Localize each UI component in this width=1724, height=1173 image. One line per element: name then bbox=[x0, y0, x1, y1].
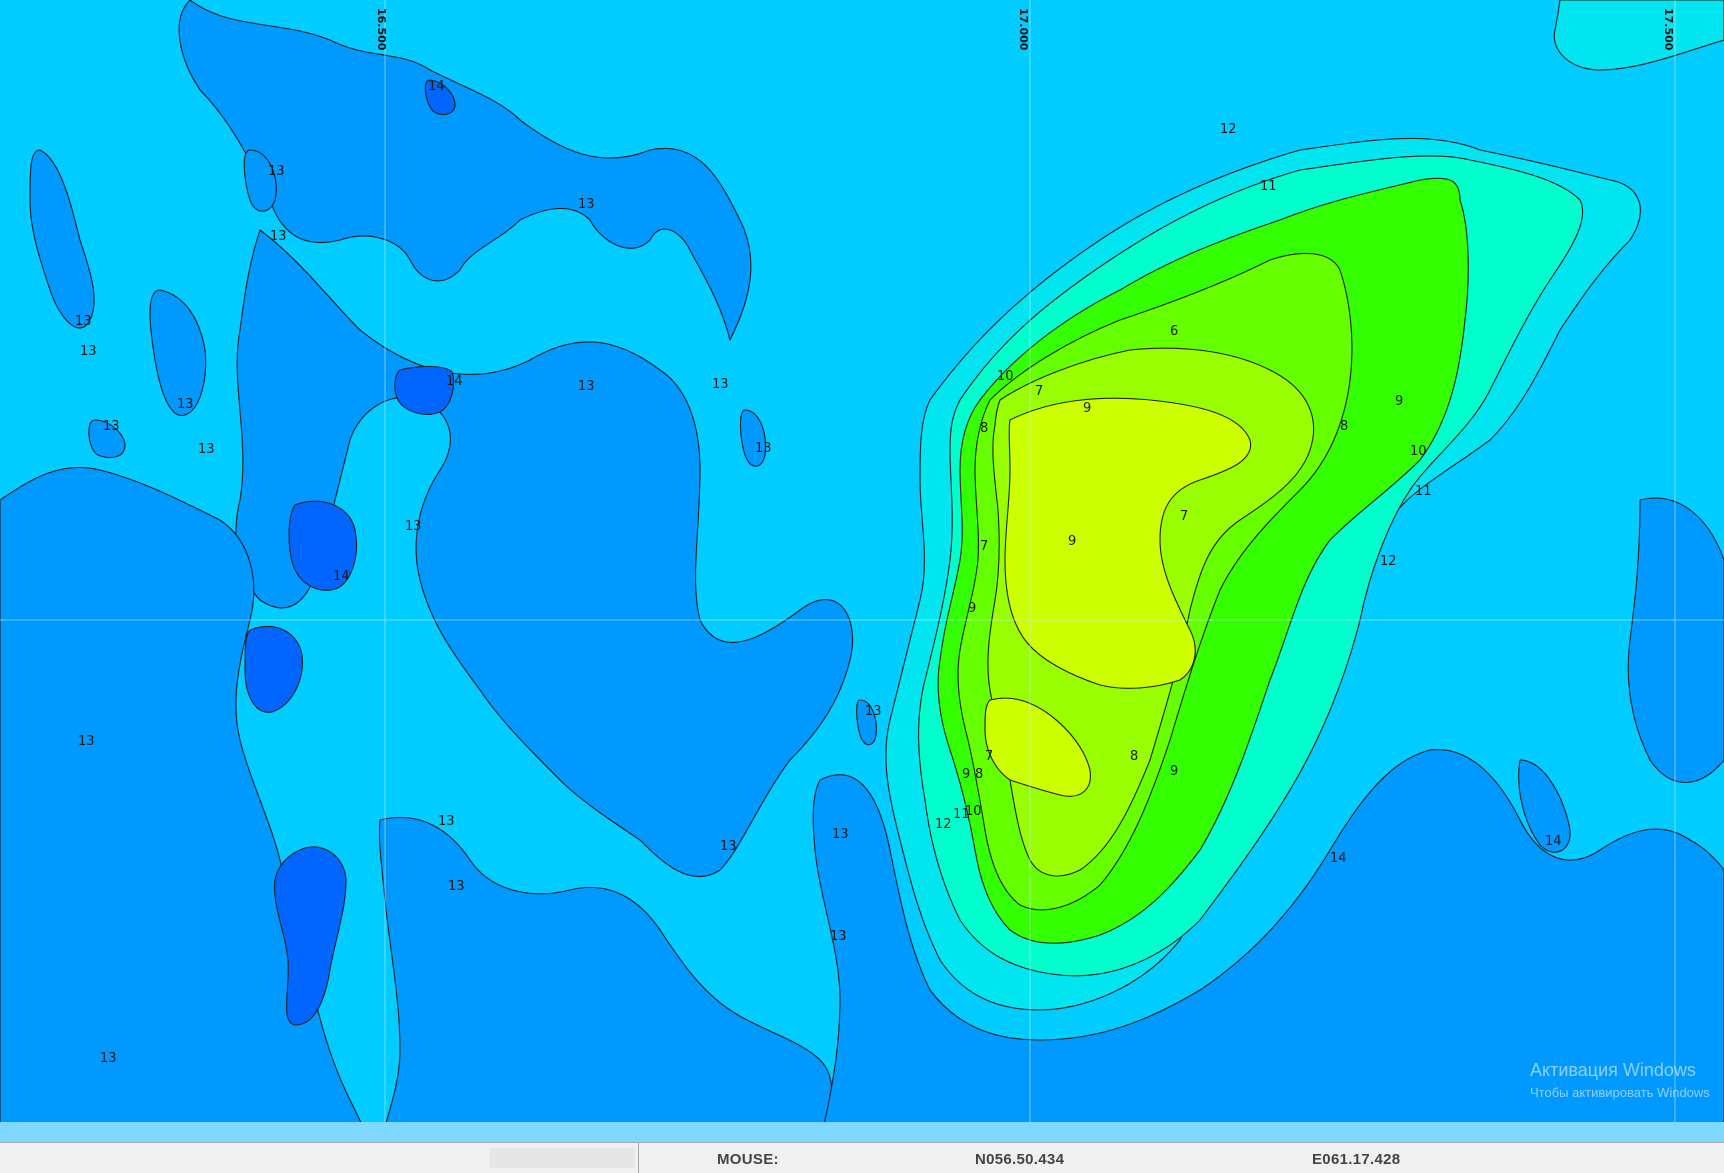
contour-label: 13 bbox=[712, 377, 729, 392]
watermark-line1: Активация Windows bbox=[1530, 1060, 1696, 1080]
contour-label: 9 bbox=[1170, 764, 1178, 779]
contour-label: 8 bbox=[980, 421, 988, 436]
contour-label: 6 bbox=[1170, 324, 1178, 339]
windows-activation-watermark: Активация Windows Чтобы активировать Win… bbox=[1530, 1060, 1710, 1100]
contour-label: 13 bbox=[578, 197, 595, 212]
contour-label: 13 bbox=[270, 229, 287, 244]
contour-label: 7 bbox=[985, 749, 993, 764]
contour-label: 13 bbox=[755, 441, 772, 456]
contour-label: 13 bbox=[830, 929, 847, 944]
contour-label: 9 bbox=[1068, 534, 1076, 549]
contour-label: 13 bbox=[198, 442, 215, 457]
grid-label-17000: 17.000 bbox=[1017, 8, 1030, 51]
contour-map-svg[interactable]: 16.500 17.000 17.500 6 7 7 7 7 8 8 8 8 9… bbox=[0, 0, 1724, 1142]
status-divider bbox=[638, 1143, 639, 1173]
bottom-band bbox=[0, 1122, 1724, 1142]
contour-label: 14 bbox=[428, 79, 445, 94]
contour-label: 12 bbox=[1220, 122, 1237, 137]
grid-label-16500: 16.500 bbox=[375, 8, 388, 51]
contour-label: 10 bbox=[997, 369, 1014, 384]
contour-region-13-east bbox=[1627, 497, 1724, 783]
contour-label: 14 bbox=[446, 374, 463, 389]
contour-map[interactable]: 16.500 17.000 17.500 6 7 7 7 7 8 8 8 8 9… bbox=[0, 0, 1724, 1142]
contour-label: 7 bbox=[1180, 509, 1188, 524]
contour-label: 13 bbox=[80, 344, 97, 359]
grid-label-17500: 17.500 bbox=[1662, 8, 1675, 51]
contour-label: 13 bbox=[405, 519, 422, 534]
watermark-line2: Чтобы активировать Windows bbox=[1530, 1085, 1710, 1100]
contour-label: 13 bbox=[103, 419, 120, 434]
contour-label: 13 bbox=[177, 397, 194, 412]
contour-label: 12 bbox=[1380, 554, 1397, 569]
contour-label: 7 bbox=[1035, 384, 1043, 399]
contour-label: 9 bbox=[1395, 394, 1403, 409]
contour-label: 13 bbox=[578, 379, 595, 394]
contour-label: 13 bbox=[865, 704, 882, 719]
contour-label: 11 bbox=[1415, 484, 1432, 499]
contour-label: 10 bbox=[1410, 444, 1427, 459]
contour-label: 12 bbox=[935, 817, 952, 832]
contour-label: 9 bbox=[968, 601, 976, 616]
contour-label: 14 bbox=[1330, 851, 1347, 866]
contour-label: 13 bbox=[268, 164, 285, 179]
contour-label: 7 bbox=[980, 539, 988, 554]
contour-label: 8 bbox=[1130, 749, 1138, 764]
contour-label: 13 bbox=[78, 734, 95, 749]
status-bar: MOUSE: N056.50.434 E061.17.428 bbox=[0, 1142, 1724, 1173]
contour-label: 9 bbox=[962, 767, 970, 782]
contour-label: 13 bbox=[720, 839, 737, 854]
status-progress-area bbox=[490, 1148, 635, 1168]
contour-label: 13 bbox=[100, 1051, 117, 1066]
contour-label: 11 bbox=[1260, 179, 1277, 194]
contour-label: 14 bbox=[1545, 834, 1562, 849]
contour-label: 11 bbox=[953, 807, 970, 822]
contour-label: 8 bbox=[975, 767, 983, 782]
mouse-longitude: E061.17.428 bbox=[1312, 1151, 1401, 1168]
contour-label: 13 bbox=[75, 314, 92, 329]
contour-region-14-center-north bbox=[394, 365, 455, 415]
contour-label: 8 bbox=[1340, 419, 1348, 434]
mouse-label: MOUSE: bbox=[717, 1151, 779, 1168]
contour-label: 14 bbox=[333, 569, 350, 584]
mouse-latitude: N056.50.434 bbox=[975, 1151, 1065, 1168]
contour-label: 13 bbox=[832, 827, 849, 842]
contour-label: 9 bbox=[1083, 401, 1091, 416]
contour-label: 13 bbox=[448, 879, 465, 894]
contour-label: 13 bbox=[438, 814, 455, 829]
